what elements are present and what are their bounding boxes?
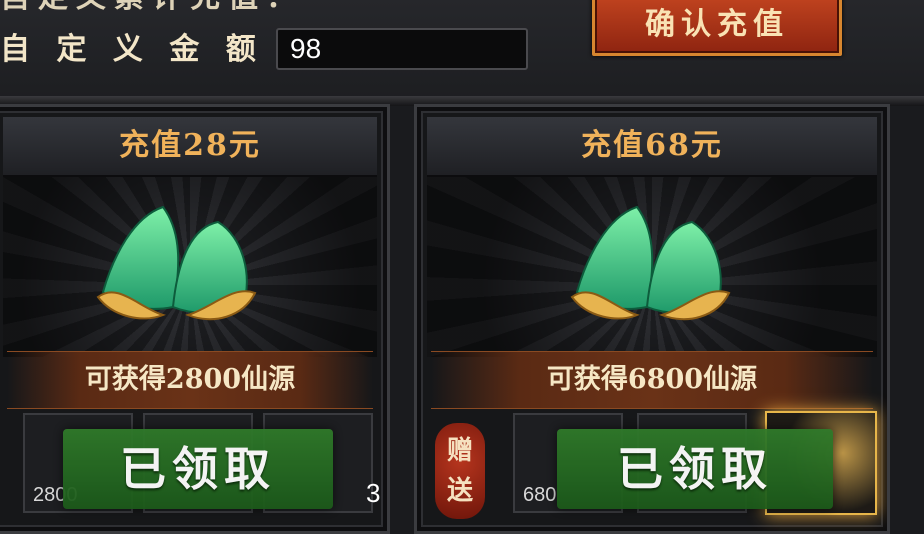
- accumulated-label: 自定义累计充值：: [0, 0, 304, 18]
- reward-text: 可获得6800仙源: [431, 351, 873, 409]
- item-count: 3: [366, 478, 381, 508]
- recharge-card-28: 充值28元 可获得2800仙源 2800 已领取: [0, 104, 390, 534]
- custom-amount-label: 自 定 义 金 额 :: [0, 32, 302, 67]
- recharge-card-68: 充值68元 可获得6800仙源 赠 送 680 已领取: [414, 104, 890, 534]
- confirm-recharge-button[interactable]: 确认充值: [592, 0, 842, 56]
- amount-input[interactable]: 98: [276, 28, 528, 70]
- card-title: 充值68元: [427, 117, 877, 177]
- slot-count: 680: [523, 484, 557, 506]
- card-title: 充值28元: [3, 117, 377, 177]
- jade-gem-icon: [570, 205, 731, 321]
- gift-badge: 赠 送: [435, 423, 485, 519]
- claimed-button[interactable]: 已领取: [557, 429, 833, 509]
- reward-text: 可获得2800仙源: [7, 351, 373, 409]
- gift-label: 赠 送: [446, 436, 473, 506]
- jade-gem-icon: [96, 205, 257, 321]
- claimed-button[interactable]: 已领取: [63, 429, 333, 509]
